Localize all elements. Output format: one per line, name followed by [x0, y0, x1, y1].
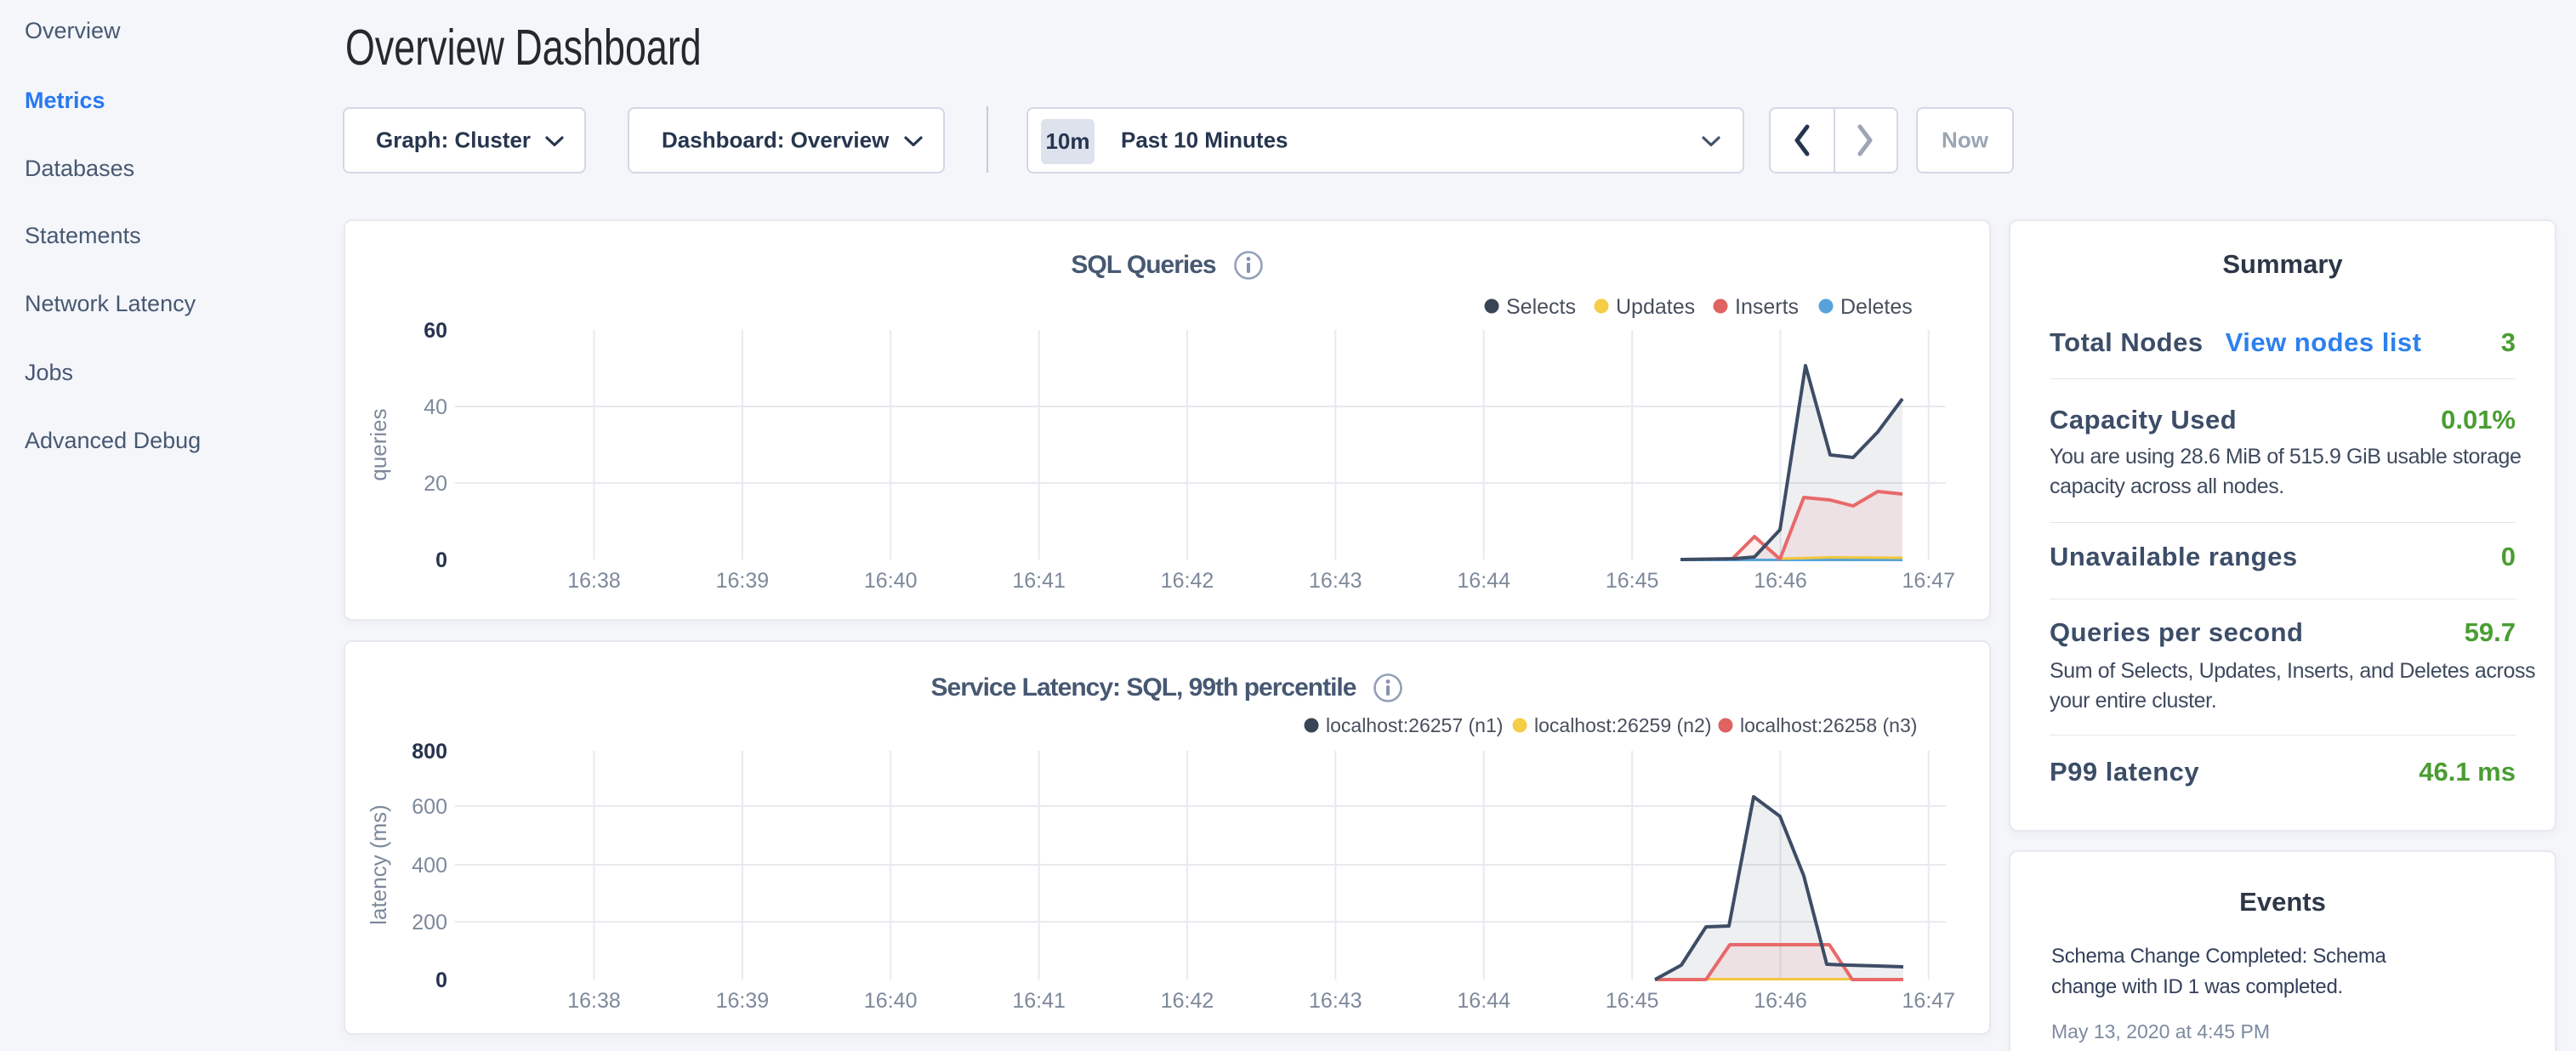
svg-text:Deletes: Deletes: [1840, 295, 1913, 319]
svg-text:16:39: 16:39: [716, 989, 770, 1013]
svg-text:localhost:26259 (n2): localhost:26259 (n2): [1534, 714, 1711, 736]
svg-text:600: 600: [412, 795, 447, 819]
svg-text:localhost:26258 (n3): localhost:26258 (n3): [1740, 714, 1917, 736]
svg-text:latency (ms): latency (ms): [366, 804, 391, 925]
svg-text:localhost:26257 (n1): localhost:26257 (n1): [1326, 714, 1503, 736]
svg-text:60: 60: [424, 319, 447, 343]
svg-text:16:45: 16:45: [1606, 989, 1659, 1013]
svg-text:16:46: 16:46: [1754, 989, 1807, 1013]
svg-text:200: 200: [412, 911, 447, 935]
svg-text:16:42: 16:42: [1161, 989, 1214, 1013]
svg-text:Selects: Selects: [1506, 295, 1576, 319]
svg-text:16:42: 16:42: [1161, 569, 1214, 593]
svg-text:Inserts: Inserts: [1735, 295, 1799, 319]
svg-text:Updates: Updates: [1616, 295, 1695, 319]
svg-text:16:47: 16:47: [1902, 989, 1956, 1013]
svg-text:16:39: 16:39: [716, 569, 770, 593]
svg-text:0: 0: [435, 969, 447, 992]
svg-text:16:41: 16:41: [1012, 989, 1066, 1013]
svg-text:16:44: 16:44: [1457, 569, 1510, 593]
svg-text:800: 800: [412, 740, 447, 764]
svg-text:0: 0: [435, 548, 447, 572]
svg-text:16:38: 16:38: [567, 989, 621, 1013]
svg-text:16:41: 16:41: [1012, 569, 1066, 593]
svg-text:16:43: 16:43: [1309, 569, 1362, 593]
svg-text:queries: queries: [366, 408, 391, 480]
svg-text:16:40: 16:40: [864, 569, 918, 593]
svg-text:40: 40: [424, 395, 447, 419]
svg-text:16:45: 16:45: [1606, 569, 1659, 593]
svg-text:20: 20: [424, 472, 447, 496]
svg-text:16:46: 16:46: [1754, 569, 1807, 593]
svg-text:16:43: 16:43: [1309, 989, 1362, 1013]
svg-text:16:40: 16:40: [864, 989, 918, 1013]
svg-text:16:44: 16:44: [1457, 989, 1510, 1013]
svg-text:16:38: 16:38: [567, 569, 621, 593]
svg-text:16:47: 16:47: [1902, 569, 1956, 593]
svg-text:400: 400: [412, 854, 447, 878]
